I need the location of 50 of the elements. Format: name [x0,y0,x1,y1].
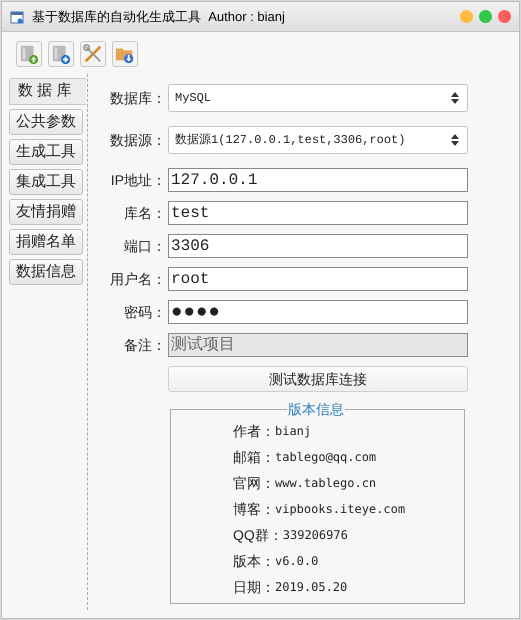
field-label: 数据源： [109,130,167,150]
field-label: 密码： [123,302,167,322]
select-field[interactable]: MySQL [168,84,468,112]
panel-title: 版本信息 [287,400,345,418]
info-value: bianj [275,423,312,440]
spinner-arrows-icon [451,134,459,146]
text-field[interactable]: test [168,201,468,225]
info-label: 官网： [233,474,275,492]
info-value: v6.0.0 [275,553,318,570]
sidebar-tab[interactable]: 公共参数 [9,109,83,135]
field-label: 用户名： [109,270,167,288]
info-value: tablego@qq.com [275,449,376,466]
tools-icon[interactable] [80,41,106,67]
window-title: 基于数据库的自动化生成工具 Author : bianj [32,8,286,26]
password-field[interactable]: ●●●● [168,300,468,324]
info-label: 博客： [233,500,275,518]
select-value: 数据源1(127.0.0.1,test,3306,root) [174,132,406,149]
info-value: 2019.05.20 [275,579,348,596]
field-label: 备注： [123,336,167,354]
text-field[interactable]: root [168,267,468,291]
sidebar-tab[interactable]: 数 据 库 [9,78,86,105]
info-label: 邮箱： [233,448,275,466]
field-label: 数据库： [109,88,167,108]
text-field[interactable]: 3306 [168,234,468,258]
folder-download-icon[interactable] [112,41,138,67]
maximize-button[interactable] [479,10,492,23]
window-icon [10,10,24,24]
field-label: 端口： [123,236,167,256]
info-label: 日期： [233,578,275,596]
info-label: 作者： [233,422,275,440]
info-value: www.tablego.cn [275,475,376,492]
database-upload-icon[interactable] [16,41,42,67]
info-label: 版本： [233,552,275,570]
select-field[interactable]: 数据源1(127.0.0.1,test,3306,root) [168,126,468,154]
field-label: IP地址： [110,170,167,190]
sidebar-tab[interactable]: 友情捐赠 [9,199,83,225]
sidebar-tab[interactable]: 数据信息 [9,259,83,285]
database-add-icon[interactable] [48,41,74,67]
sidebar-tab[interactable]: 生成工具 [9,139,83,165]
info-value: vipbooks.iteye.com [275,501,406,518]
info-value: 339206976 [282,527,348,544]
sidebar-tab[interactable]: 集成工具 [9,169,83,195]
sidebar-tab[interactable]: 捐赠名单 [9,229,83,255]
field-label: 库名： [123,204,167,222]
text-field[interactable]: 127.0.0.1 [168,168,468,192]
info-label: QQ群： [233,526,283,545]
close-button[interactable] [498,10,511,23]
select-value: MySQL [174,90,212,107]
spinner-arrows-icon [451,92,459,104]
test-connection-button[interactable]: 测试数据库连接 [168,366,468,392]
